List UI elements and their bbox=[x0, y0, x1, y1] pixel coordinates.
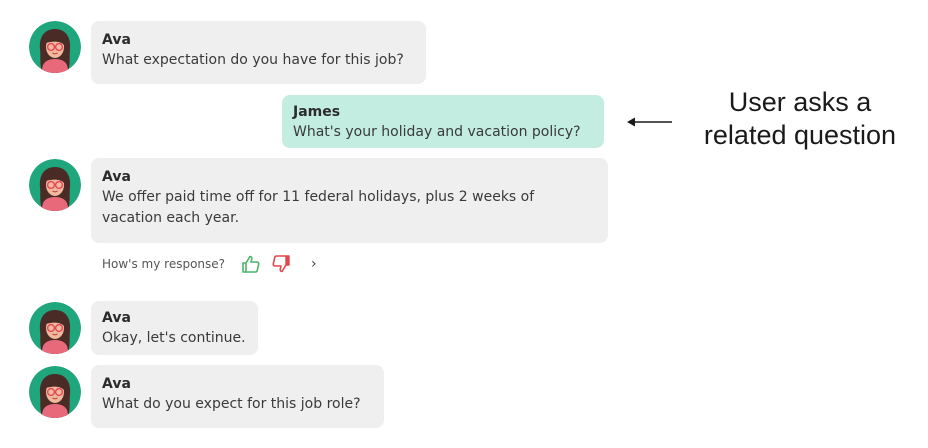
feedback-row: How's my response? › bbox=[102, 253, 317, 275]
annotation-line-2: related question bbox=[703, 120, 897, 150]
message-bubble: Ava We offer paid time off for 11 federa… bbox=[91, 158, 608, 243]
message-bubble: Ava What expectation do you have for thi… bbox=[91, 21, 426, 84]
message-text: What expectation do you have for this jo… bbox=[102, 52, 404, 68]
annotation-line-1: User asks a bbox=[728, 87, 872, 117]
sender-name: Ava bbox=[102, 376, 131, 392]
user-message-bubble: James What's your holiday and vacation p… bbox=[282, 95, 604, 148]
feedback-label: How's my response? bbox=[102, 257, 226, 271]
left-arrow-icon bbox=[627, 117, 672, 127]
sender-name: Ava bbox=[102, 310, 131, 326]
thumbs-up-icon[interactable] bbox=[239, 253, 263, 275]
avatar bbox=[29, 159, 81, 211]
avatar bbox=[29, 366, 81, 418]
annotation-callout: User asks a related question bbox=[680, 86, 920, 152]
message-bubble: Ava What do you expect for this job role… bbox=[91, 365, 384, 428]
message-bubble: Ava Okay, let's continue. bbox=[91, 301, 258, 355]
avatar-illustration bbox=[29, 159, 81, 211]
avatar bbox=[29, 21, 81, 73]
message-text: What do you expect for this job role? bbox=[102, 396, 361, 412]
message-text: What's your holiday and vacation policy? bbox=[293, 124, 581, 140]
avatar-illustration bbox=[29, 366, 81, 418]
sender-name: Ava bbox=[102, 169, 131, 185]
sender-name: James bbox=[293, 104, 341, 120]
message-text: We offer paid time off for 11 federal ho… bbox=[102, 189, 535, 226]
message-text: Okay, let's continue. bbox=[102, 330, 246, 346]
avatar bbox=[29, 302, 81, 354]
sender-name: Ava bbox=[102, 32, 131, 48]
chevron-right-icon[interactable]: › bbox=[311, 256, 317, 272]
thumbs-down-icon[interactable] bbox=[269, 253, 293, 275]
avatar-illustration bbox=[29, 302, 81, 354]
avatar-illustration bbox=[29, 21, 81, 73]
